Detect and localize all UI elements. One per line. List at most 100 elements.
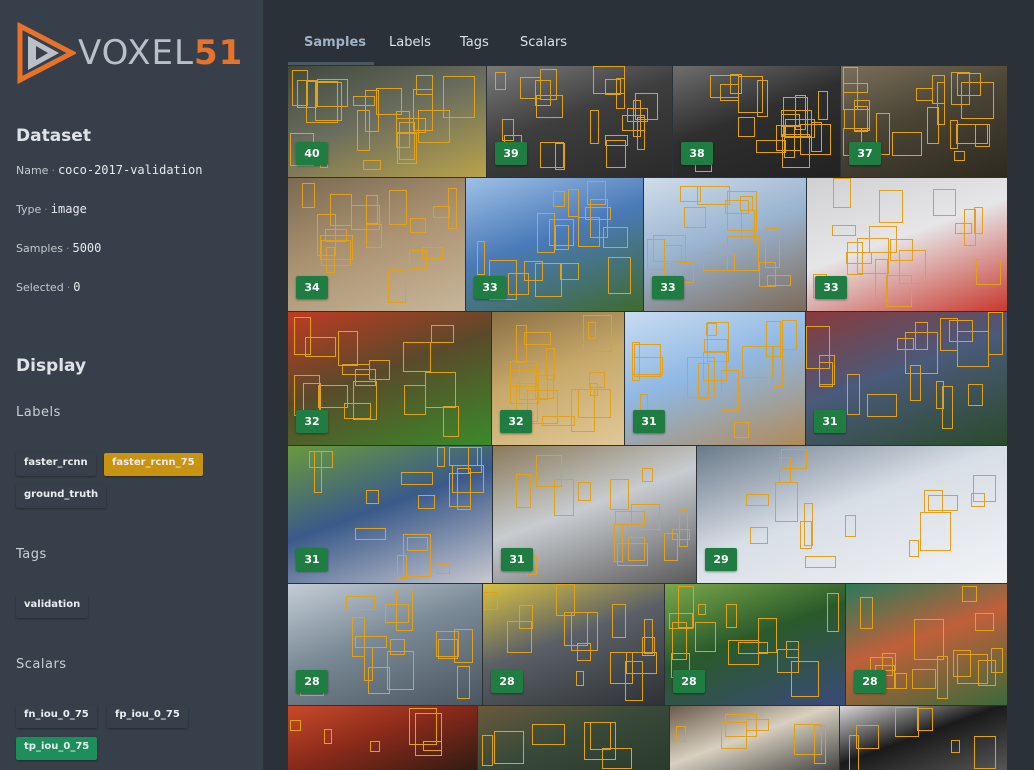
detection-box — [396, 111, 410, 148]
detection-box — [431, 325, 454, 343]
detection-box — [590, 110, 599, 144]
detection-box — [443, 406, 459, 437]
logo-word-right: 51 — [193, 33, 244, 73]
label-count-badge: 38 — [681, 142, 713, 165]
detection-box — [742, 346, 773, 378]
detection-box — [418, 495, 435, 509]
detection-box — [975, 613, 994, 631]
sample-tile[interactable] — [478, 706, 669, 770]
detection-box — [953, 650, 971, 677]
sample-tile[interactable]: 31 — [806, 312, 1007, 445]
detection-box — [991, 648, 1003, 673]
sample-tile[interactable]: 31 — [625, 312, 805, 445]
sample-tile[interactable]: 40 — [288, 66, 486, 177]
detection-box — [912, 669, 936, 689]
detection-box — [443, 76, 475, 118]
sample-tile[interactable]: 38 — [673, 66, 840, 177]
detection-box — [827, 593, 839, 632]
label-count-badge: 28 — [854, 670, 886, 693]
detection-box — [962, 586, 977, 602]
tab-scalars[interactable]: Scalars — [520, 35, 567, 50]
sample-tile[interactable]: 37 — [841, 66, 1007, 177]
detection-box — [968, 384, 983, 406]
detection-box — [890, 239, 913, 261]
detection-box — [669, 613, 693, 629]
sample-tile[interactable]: 28 — [483, 584, 664, 705]
detection-box — [585, 207, 611, 220]
detection-box — [477, 241, 485, 275]
tab-tags[interactable]: Tags — [460, 35, 489, 50]
detection-box — [847, 374, 860, 415]
label-chip-ground-truth[interactable]: ground_truth — [16, 485, 106, 508]
detection-box — [631, 504, 660, 530]
detection-box — [578, 482, 591, 501]
label-count-badge: 28 — [296, 670, 328, 693]
detection-box — [974, 736, 996, 769]
detection-box — [791, 661, 819, 697]
detection-box — [916, 88, 933, 101]
label-count-badge: 28 — [673, 670, 705, 693]
dataset-name-label: Name — [16, 164, 49, 177]
label-count-badge: 33 — [652, 276, 684, 299]
detection-box — [632, 342, 640, 381]
tab-labels[interactable]: Labels — [389, 35, 431, 50]
sample-tile[interactable]: 28 — [665, 584, 845, 705]
detection-box — [482, 735, 493, 766]
tab-samples[interactable]: Samples — [304, 35, 366, 50]
sample-tile[interactable]: 29 — [697, 446, 1007, 583]
active-tab-underline — [288, 62, 374, 65]
display-heading: Display — [16, 356, 87, 376]
detection-box — [949, 320, 973, 342]
detection-box — [324, 729, 332, 744]
detection-box — [698, 363, 709, 399]
sample-tile[interactable]: 31 — [493, 446, 696, 583]
detection-box — [957, 73, 981, 96]
separator: · — [44, 203, 48, 216]
detection-box — [914, 619, 944, 660]
sample-tile[interactable]: 39 — [487, 66, 672, 177]
sample-tile[interactable]: 34 — [288, 178, 465, 311]
detection-box — [603, 227, 628, 248]
detection-box — [425, 372, 456, 408]
label-count-badge: 33 — [815, 276, 847, 299]
detection-box — [437, 447, 445, 467]
sample-tile[interactable]: 31 — [288, 446, 492, 583]
detection-box — [605, 79, 621, 95]
label-chip-faster-rcnn[interactable]: faster_rcnn — [16, 453, 96, 476]
detection-box — [590, 383, 598, 396]
sample-tile[interactable]: 33 — [466, 178, 643, 311]
sample-tile[interactable] — [670, 706, 839, 770]
tag-chip-validation[interactable]: validation — [16, 595, 88, 618]
sample-tile[interactable]: 33 — [807, 178, 1007, 311]
sample-tile[interactable] — [288, 706, 477, 770]
sample-tile[interactable]: 32 — [492, 312, 624, 445]
separator: · — [65, 242, 70, 255]
sidebar: VOXEL51 Dataset Name · coco-2017-validatio… — [0, 0, 263, 770]
scalar-chip-tp-iou[interactable]: tp_iou_0_75 — [16, 737, 98, 760]
label-chip-faster-rcnn-75[interactable]: faster_rcnn_75 — [104, 453, 203, 476]
sample-tile[interactable]: 28 — [288, 584, 482, 705]
sample-tile[interactable]: 32 — [288, 312, 491, 445]
detection-box — [318, 385, 348, 408]
sample-tile[interactable]: 28 — [846, 584, 1007, 705]
detection-box — [449, 447, 478, 466]
sample-tile[interactable]: 33 — [644, 178, 806, 311]
dataset-name-row: Name · coco-2017-validation — [16, 163, 202, 177]
detection-box — [644, 619, 653, 654]
detection-box — [917, 708, 933, 731]
detection-box — [920, 512, 951, 551]
detection-box — [622, 115, 645, 131]
scalar-chip-fp-iou[interactable]: fp_iou_0_75 — [107, 705, 188, 728]
detection-box — [396, 589, 413, 631]
detection-box — [302, 183, 315, 208]
detection-box — [909, 540, 919, 557]
sample-tile[interactable] — [840, 706, 1007, 770]
detection-box — [915, 322, 928, 350]
detection-box — [843, 67, 858, 110]
label-count-badge: 37 — [849, 142, 881, 165]
detection-box — [895, 673, 907, 689]
detection-box — [706, 323, 717, 336]
scalars-heading: Scalars — [16, 657, 67, 672]
detection-box — [437, 564, 450, 574]
scalar-chip-fn-iou[interactable]: fn_iou_0_75 — [16, 705, 97, 728]
